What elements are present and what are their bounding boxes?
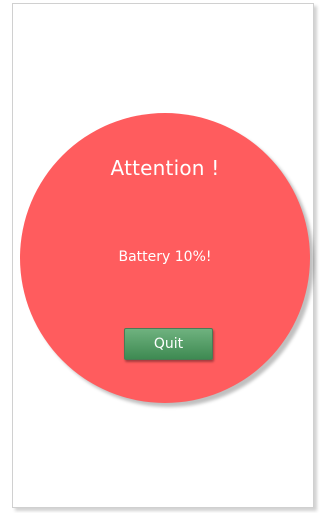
quit-button[interactable]: Quit: [124, 328, 213, 360]
screen: Attention ! Battery 10%! Quit: [0, 0, 322, 513]
battery-message: Battery 10%!: [118, 249, 212, 265]
dialog-title: Attention !: [110, 156, 220, 180]
